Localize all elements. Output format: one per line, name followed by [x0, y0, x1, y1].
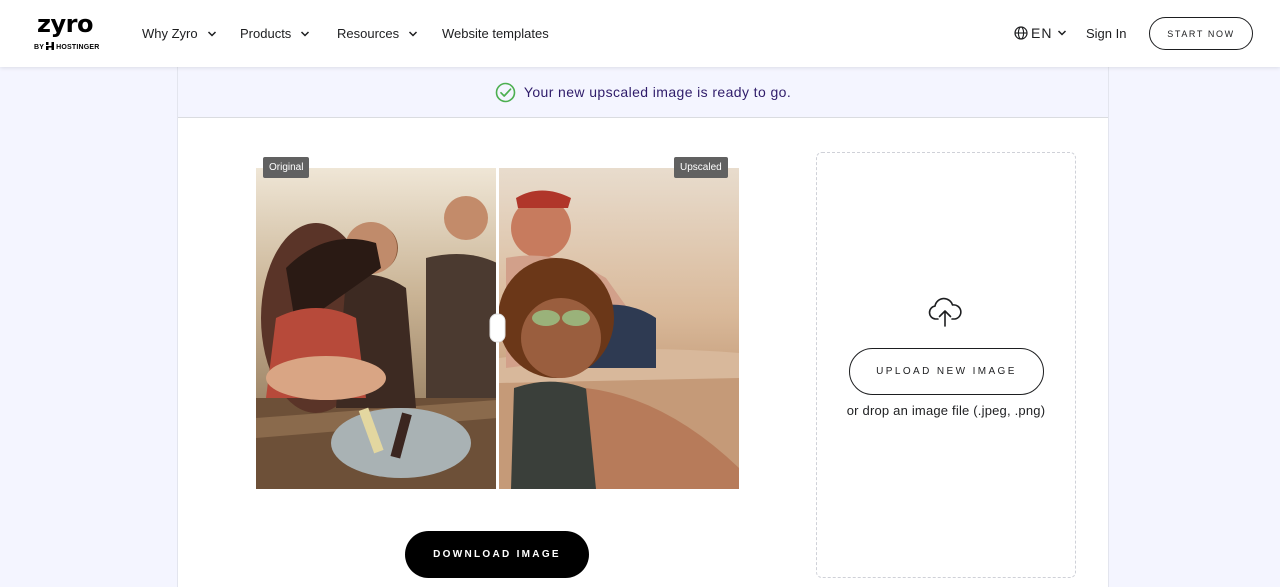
site-header: zyro BY HOSTINGER Why Zyro Products Resou… [0, 0, 1280, 67]
before-after-image[interactable] [256, 168, 739, 489]
zyro-logo[interactable]: zyro BY HOSTINGER [34, 10, 100, 54]
cloud-upload-icon [928, 297, 962, 327]
original-label: Original [263, 157, 310, 178]
language-selector[interactable]: EN [1014, 25, 1067, 41]
chevron-down-icon [301, 30, 310, 37]
upscaler-card: Your new upscaled image is ready to go. [177, 67, 1109, 587]
chevron-down-icon [207, 30, 216, 37]
chevron-down-icon [1058, 30, 1067, 36]
nav-why-zyro[interactable]: Why Zyro [142, 26, 217, 41]
upload-new-image-button[interactable]: UPLOAD NEW IMAGE [849, 348, 1044, 395]
original-image [256, 168, 497, 489]
hostinger-mark-icon [46, 42, 55, 50]
drop-hint-text: or drop an image file (.jpeg, .png) [846, 403, 1046, 418]
download-image-button[interactable]: DOWNLOAD IMAGE [405, 531, 589, 578]
success-message: Your new upscaled image is ready to go. [523, 84, 792, 100]
chevron-down-icon [409, 30, 418, 37]
upscaled-label: Upscaled [674, 157, 728, 178]
nav-resources[interactable]: Resources [337, 26, 418, 41]
nav-products[interactable]: Products [240, 26, 310, 41]
logo-byline: BY HOSTINGER [34, 42, 100, 51]
slider-handle[interactable] [489, 313, 506, 343]
success-banner: Your new upscaled image is ready to go. [178, 67, 1108, 118]
upscaled-image [498, 168, 739, 489]
start-now-button[interactable]: START NOW [1149, 17, 1253, 50]
nav-website-templates[interactable]: Website templates [442, 26, 549, 41]
globe-icon [1014, 26, 1028, 40]
upload-dropzone[interactable]: UPLOAD NEW IMAGE or drop an image file (… [816, 152, 1076, 578]
sign-in-link[interactable]: Sign In [1086, 26, 1126, 41]
check-circle-icon [495, 82, 516, 102]
logo-wordmark: zyro [37, 10, 93, 38]
